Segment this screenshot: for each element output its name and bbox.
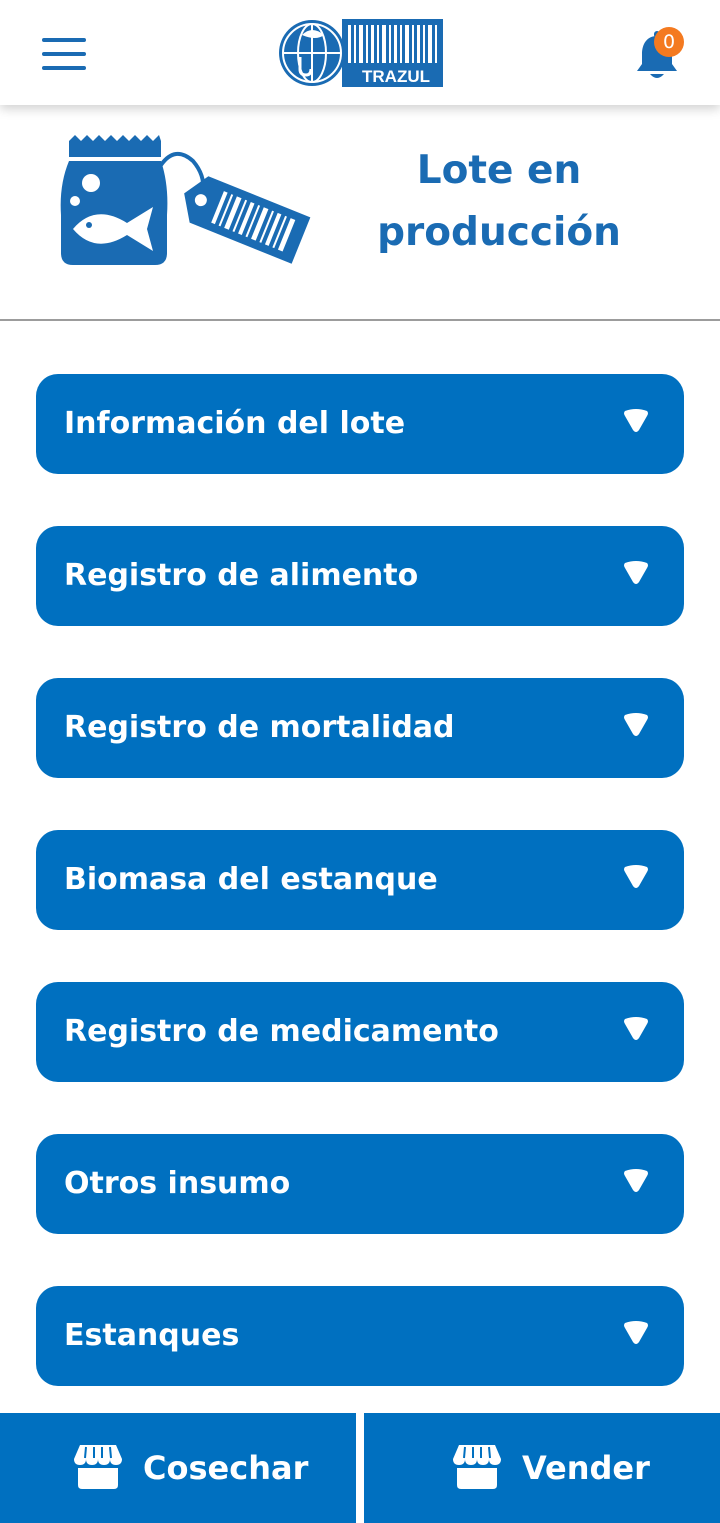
menu-button[interactable] <box>40 36 88 76</box>
section-ponds[interactable]: Estanques <box>36 1286 684 1386</box>
triangle-down-icon <box>624 1169 648 1192</box>
store-icon <box>74 1445 122 1489</box>
triangle-down-icon <box>624 865 648 888</box>
section-mortality-record[interactable]: Registro de mortalidad <box>36 678 684 778</box>
top-app-bar: TRAZUL 0 <box>0 0 720 105</box>
header-divider <box>0 319 720 321</box>
triangle-down-icon <box>624 1321 648 1344</box>
page-header: Lote en producción <box>0 105 720 319</box>
triangle-down-icon <box>624 1017 648 1040</box>
section-medication-record[interactable]: Registro de medicamento <box>36 982 684 1082</box>
section-feed-record[interactable]: Registro de alimento <box>36 526 684 626</box>
triangle-down-icon <box>624 713 648 736</box>
sell-button-label: Vender <box>522 1449 650 1487</box>
store-icon <box>453 1445 501 1489</box>
section-lot-info[interactable]: Información del lote <box>36 374 684 474</box>
fish-bag-illustration <box>55 135 320 270</box>
hamburger-menu-icon <box>42 38 86 70</box>
section-label: Información del lote <box>64 406 406 441</box>
section-label: Registro de alimento <box>64 558 419 593</box>
harvest-button[interactable]: Cosechar <box>0 1413 356 1523</box>
page-title-line-2: producción <box>377 210 621 255</box>
section-label: Registro de mortalidad <box>64 710 455 745</box>
bottom-action-bar: Cosechar Vender <box>0 1413 720 1523</box>
sell-button[interactable]: Vender <box>364 1413 720 1523</box>
page-title-line-1: Lote en <box>416 148 582 193</box>
page-title: Lote en producción <box>360 140 638 264</box>
triangle-down-icon <box>624 409 648 432</box>
trazul-logo: TRAZUL <box>276 17 445 89</box>
section-pond-biomass[interactable]: Biomasa del estanque <box>36 830 684 930</box>
notification-count-badge: 0 <box>654 27 684 57</box>
svg-text:TRAZUL: TRAZUL <box>362 67 430 86</box>
section-label: Registro de medicamento <box>64 1014 499 1049</box>
lot-sections-list: Información del lote Registro de aliment… <box>36 374 684 1438</box>
section-label: Estanques <box>64 1318 240 1353</box>
harvest-button-label: Cosechar <box>143 1449 309 1487</box>
triangle-down-icon <box>624 561 648 584</box>
section-label: Biomasa del estanque <box>64 862 438 897</box>
section-other-supplies[interactable]: Otros insumo <box>36 1134 684 1234</box>
section-label: Otros insumo <box>64 1166 291 1201</box>
